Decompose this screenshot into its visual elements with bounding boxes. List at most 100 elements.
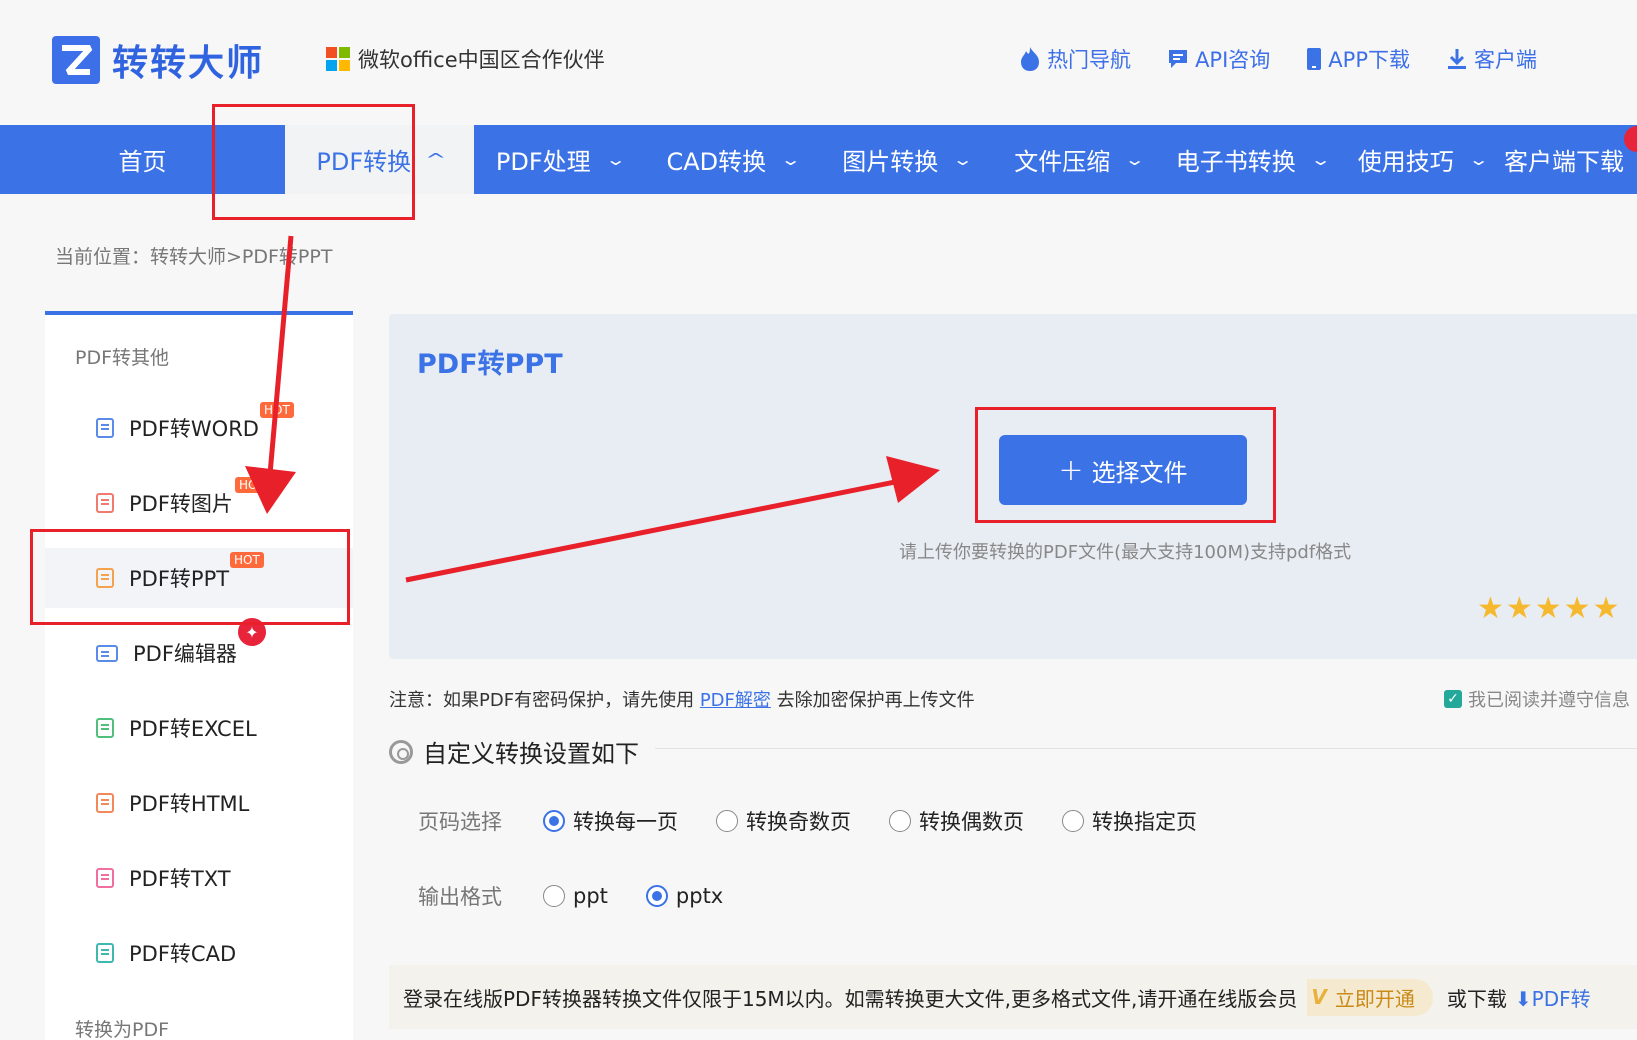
logo-text: 转转大师 — [112, 43, 265, 84]
sidebar-item-pdf-editor[interactable]: PDF编辑器 — [45, 623, 353, 683]
nav-tips[interactable]: 使用技巧 ⌄ — [1339, 125, 1504, 194]
notice-suffix: 去除加密保护再上传文件 — [776, 690, 975, 711]
hot-nav-label: 热门导航 — [1047, 48, 1132, 72]
agree-text: 我已阅读并遵守信息 — [1468, 690, 1630, 711]
breadcrumb: 当前位置：转转大师>PDF转PPT — [55, 246, 333, 268]
pdf-decrypt-link[interactable]: PDF解密 — [700, 690, 771, 711]
nav-client-download-label: 客户端下载 — [1504, 148, 1624, 176]
gear-icon — [389, 739, 413, 764]
sidebar-item-pdf-to-word[interactable]: PDF转WORD HOT — [45, 398, 353, 458]
radio-every-page[interactable]: 转换每一页 — [543, 806, 678, 836]
txt-file-icon — [96, 868, 114, 888]
nav-home-label: 首页 — [118, 148, 167, 176]
sidebar-item-label: PDF转TXT — [129, 867, 231, 891]
radio-label: 转换每一页 — [573, 810, 678, 834]
client-label: 客户端 — [1474, 48, 1537, 72]
sidebar-item-label: PDF转WORD — [129, 417, 259, 441]
radio-ppt[interactable]: ppt — [543, 884, 608, 908]
radio-label: ppt — [573, 884, 608, 908]
nav-image-convert-label: 图片转换 — [842, 148, 939, 176]
sidebar-item-pdf-to-image[interactable]: PDF转图片 HOT — [45, 473, 353, 533]
sidebar-item-label: PDF转CAD — [129, 942, 237, 966]
settings-heading: 自定义转换设置如下 — [389, 734, 639, 769]
top-links: 热门导航 API咨询 APP下载 客户端 — [1019, 44, 1537, 74]
nav-image-convert[interactable]: 图片转换 ⌄ — [820, 125, 992, 194]
word-file-icon — [96, 418, 114, 438]
monitor-icon — [96, 644, 118, 662]
nav-file-compress-label: 文件压缩 — [1014, 148, 1111, 176]
notice-prefix: 注意：如果PDF有密码保护，请先使用 — [389, 690, 695, 711]
agree-checkbox[interactable]: ✓ — [1444, 690, 1462, 708]
sidebar-item-label: PDF转图片 — [129, 492, 233, 516]
nav-pdf-process-label: PDF处理 — [495, 148, 591, 176]
vip-icon: V — [1311, 985, 1327, 1009]
chat-icon — [1169, 50, 1188, 68]
password-notice: 注意：如果PDF有密码保护，请先使用 PDF解密 去除加密保护再上传文件 — [389, 686, 975, 712]
client-link[interactable]: 客户端 — [1446, 44, 1537, 74]
radio-even-pages[interactable]: 转换偶数页 — [889, 806, 1024, 836]
radio-odd-pages[interactable]: 转换奇数页 — [716, 806, 851, 836]
hot-nav-link[interactable]: 热门导航 — [1019, 44, 1131, 74]
settings-title: 自定义转换设置如下 — [423, 740, 639, 768]
chevron-down-icon: ⌄ — [604, 150, 627, 169]
radio-dot — [543, 885, 565, 907]
nav-ebook-convert[interactable]: 电子书转换 ⌄ — [1164, 125, 1339, 194]
page-selection-label: 页码选择 — [418, 810, 502, 834]
sidebar-item-label: PDF编辑器 — [133, 642, 237, 666]
nav-ebook-convert-label: 电子书转换 — [1175, 148, 1296, 176]
annotation-box-nav — [212, 104, 415, 220]
radio-label: 转换偶数页 — [919, 810, 1024, 834]
divider — [655, 748, 1637, 749]
open-vip-label: 立即开通 — [1334, 986, 1415, 1011]
or-download-text: 或下载 — [1446, 986, 1507, 1011]
download-client-link[interactable]: ⬇PDF转 — [1515, 983, 1591, 1012]
chevron-down-icon: ⌄ — [1309, 150, 1332, 169]
nav-cad-convert[interactable]: CAD转换 ⌄ — [644, 125, 820, 194]
sidebar-item-pdf-to-html[interactable]: PDF转HTML — [45, 773, 353, 833]
nav-tips-label: 使用技巧 — [1357, 148, 1454, 176]
radio-dot — [543, 810, 565, 832]
radio-dot — [1062, 810, 1084, 832]
hot-badge: HOT — [260, 402, 294, 418]
site-logo[interactable]: 转转大师 — [52, 34, 264, 86]
radio-pptx[interactable]: pptx — [645, 884, 724, 908]
annotation-box-select — [975, 407, 1276, 523]
microsoft-logo-icon — [326, 47, 350, 71]
hot-badge: HOT — [235, 477, 269, 493]
html-file-icon — [96, 793, 114, 813]
sidebar: PDF转其他 PDF转WORD HOT PDF转图片 HOT PDF转PPT H… — [45, 311, 353, 1040]
sidebar-item-pdf-to-txt[interactable]: PDF转TXT — [45, 848, 353, 908]
radio-specific-pages[interactable]: 转换指定页 — [1062, 806, 1197, 836]
sidebar-item-pdf-to-excel[interactable]: PDF转EXCEL — [45, 698, 353, 758]
annotation-box-sidebar — [30, 529, 350, 625]
app-download-label: APP下载 — [1328, 48, 1410, 72]
chevron-down-icon: ⌄ — [952, 150, 974, 169]
sidebar-item-label: PDF转EXCEL — [129, 717, 257, 741]
radio-dot — [889, 810, 911, 832]
open-vip-button[interactable]: V 立即开通 — [1307, 978, 1433, 1016]
radio-label: 转换奇数页 — [746, 810, 851, 834]
page-selection-row: 页码选择 转换每一页 转换奇数页 转换偶数页 转换指定页 — [418, 806, 1235, 836]
fire-icon — [1021, 47, 1040, 71]
nav-pdf-process[interactable]: PDF处理 ⌄ — [474, 125, 644, 194]
radio-dot — [645, 885, 668, 907]
partner-text: 微软office中国区合作伙伴 — [358, 48, 605, 72]
nav-client-download[interactable]: 客户端下载⌄ — [1504, 125, 1637, 194]
nav-cad-convert-label: CAD转换 — [666, 148, 767, 176]
chevron-down-icon: ⌄ — [1124, 150, 1146, 169]
chevron-down-icon: ⌄ — [1467, 150, 1490, 169]
sidebar-item-label: PDF转HTML — [129, 792, 250, 816]
chevron-down-icon: ⌄ — [780, 150, 802, 169]
radio-label: 转换指定页 — [1092, 810, 1197, 834]
image-file-icon — [96, 493, 114, 513]
nav-file-compress[interactable]: 文件压缩 ⌄ — [992, 125, 1164, 194]
chevron-up-icon: ^ — [425, 150, 447, 169]
cad-file-icon — [96, 943, 114, 963]
app-download-link[interactable]: APP下载 — [1306, 44, 1410, 74]
download-client-label: PDF转 — [1531, 986, 1591, 1011]
promo-text: 登录在线版PDF转换器转换文件仅限于15M以内。如需转换更大文件,更多格式文件,… — [403, 986, 1298, 1011]
api-consult-link[interactable]: API咨询 — [1167, 44, 1270, 74]
sidebar-item-pdf-to-cad[interactable]: PDF转CAD — [45, 923, 353, 983]
page-title: PDF转PPT — [417, 349, 563, 380]
radio-label: pptx — [675, 884, 724, 908]
